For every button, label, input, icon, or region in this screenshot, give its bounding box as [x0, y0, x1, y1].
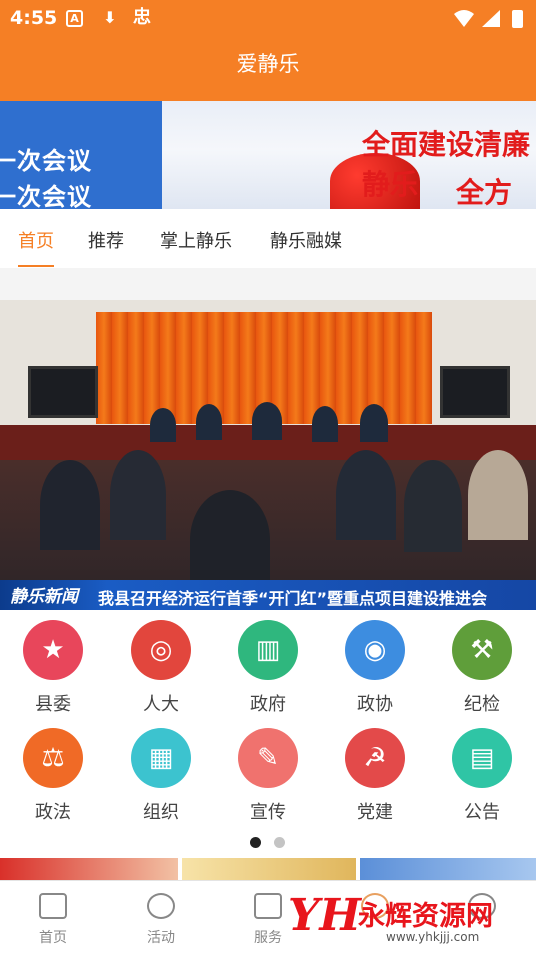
watermark: YH 永辉资源网 www.yhkjjj.com [288, 890, 536, 950]
scales-icon: ⚖ [23, 728, 83, 788]
tab-home[interactable]: 首页 [18, 227, 54, 253]
strip-image [360, 858, 536, 880]
cppcc-icon: ◉ [345, 620, 405, 680]
app-header: 4:55 A ⬇ 忠 爱静乐 [0, 0, 536, 101]
strip-image [0, 858, 178, 880]
grid-item-discipline[interactable]: ⚒ 纪检 [442, 610, 522, 716]
watermark-url: www.yhkjjj.com [386, 930, 480, 944]
nav-label: 首页 [39, 930, 67, 946]
news-tag: 静乐新闻 [10, 587, 78, 607]
chat-icon: ▤ [452, 728, 512, 788]
department-grid: ★ 县委 ◎ 人大 ▥ 政府 ◉ 政协 ⚒ 纪检 ⚖ 政法 ▦ 组织 ✎ 宣传 … [0, 610, 536, 830]
banner-right-line2: 全方位推动静乐高 [456, 176, 513, 209]
pager-dot[interactable] [274, 837, 285, 848]
tab-jingle-media[interactable]: 静乐融媒 [270, 227, 342, 253]
photo-tv-left [28, 366, 98, 418]
home-grid-icon [39, 893, 67, 919]
news-caption: 我县召开经济运行首季“开门红”暨重点项目建设推进会 [98, 589, 488, 608]
photo-person [252, 402, 282, 440]
grid-item-county-committee[interactable]: ★ 县委 [13, 610, 93, 716]
nav-label: 活动 [147, 930, 175, 946]
active-tab-indicator [18, 265, 54, 267]
flag-icon: ★ [23, 620, 83, 680]
service-chat-icon [254, 893, 282, 919]
signal-icon [482, 10, 500, 27]
tiananmen-icon: ▥ [238, 620, 298, 680]
grid-label: 党建 [357, 802, 393, 823]
grid-item-peoples-congress[interactable]: ◎ 人大 [121, 610, 201, 716]
pager-dot-active[interactable] [250, 837, 261, 848]
grid-label: 组织 [143, 802, 179, 823]
category-tabs: 首页 推荐 掌上静乐 静乐融媒 [0, 209, 536, 269]
news-photo[interactable]: 静乐新闻 我县召开经济运行首季“开门红”暨重点项目建设推进会 [0, 300, 536, 610]
download-icon: ⬇ [103, 8, 117, 27]
grid-label: 纪检 [464, 694, 500, 715]
watermark-logo: YH [288, 890, 361, 941]
photo-person [360, 404, 388, 442]
grid-label: 公告 [464, 802, 500, 823]
star-badge-icon [147, 893, 175, 919]
photo-person [190, 490, 270, 590]
grid-label: 人大 [143, 694, 179, 715]
nav-home[interactable]: 首页 [13, 881, 93, 954]
photo-tv-right [440, 366, 510, 418]
status-time: 4:55 [10, 7, 58, 29]
photo-person [468, 450, 528, 540]
gavel-icon: ⚒ [452, 620, 512, 680]
photo-person [40, 460, 100, 550]
grid-item-government[interactable]: ▥ 政府 [228, 610, 308, 716]
puzzle-icon: ▦ [131, 728, 191, 788]
grid-item-organization[interactable]: ▦ 组织 [121, 718, 201, 824]
a-icon: A [66, 10, 83, 27]
photo-person [110, 450, 166, 540]
grid-item-publicity[interactable]: ✎ 宣传 [228, 718, 308, 824]
photo-person [404, 460, 462, 552]
grid-item-party-building[interactable]: ☭ 党建 [335, 718, 415, 824]
pencil-icon: ✎ [238, 728, 298, 788]
photo-person [196, 404, 222, 440]
photo-person [312, 406, 338, 442]
grid-item-politics-law[interactable]: ⚖ 政法 [13, 718, 93, 824]
battery-icon [512, 10, 523, 28]
grid-item-announcement[interactable]: ▤ 公告 [442, 718, 522, 824]
grid-label: 宣传 [250, 802, 286, 823]
emblem-icon: ◎ [131, 620, 191, 680]
watermark-text: 永辉资源网 [358, 901, 493, 932]
app-title: 爱静乐 [236, 52, 300, 76]
pager-dots [250, 837, 290, 849]
status-bar: 4:55 A ⬇ 忠 [0, 0, 536, 38]
tab-recommend[interactable]: 推荐 [88, 227, 124, 253]
strip-image [182, 858, 356, 880]
banner-left-line2: 一次会议 [0, 183, 92, 209]
banner-right-panel: 全面建设清廉静乐 全方位推动静乐高 [162, 101, 536, 209]
photo-person [150, 408, 176, 442]
grid-label: 政法 [35, 802, 71, 823]
hammer-sickle-icon: ☭ [345, 728, 405, 788]
grid-item-cppcc[interactable]: ◉ 政协 [335, 610, 415, 716]
banner-left-panel: 一次会议 一次会议 [0, 101, 162, 209]
grid-label: 县委 [35, 694, 71, 715]
news-caption-bar: 静乐新闻 我县召开经济运行首季“开门红”暨重点项目建设推进会 [0, 580, 536, 610]
banner-left-line1: 一次会议 [0, 147, 92, 175]
tabs-divider [0, 268, 536, 300]
nav-activity[interactable]: 活动 [121, 881, 201, 954]
jian-icon: 忠 [133, 7, 151, 28]
status-right-icons [454, 10, 523, 28]
tab-handheld-jingle[interactable]: 掌上静乐 [160, 227, 232, 253]
feature-image-strip[interactable] [0, 858, 536, 880]
photo-person [336, 450, 396, 540]
wifi-icon [454, 10, 474, 27]
grid-label: 政协 [357, 694, 393, 715]
grid-label: 政府 [250, 694, 286, 715]
top-banner[interactable]: 一次会议 一次会议 全面建设清廉静乐 全方位推动静乐高 [0, 101, 536, 209]
